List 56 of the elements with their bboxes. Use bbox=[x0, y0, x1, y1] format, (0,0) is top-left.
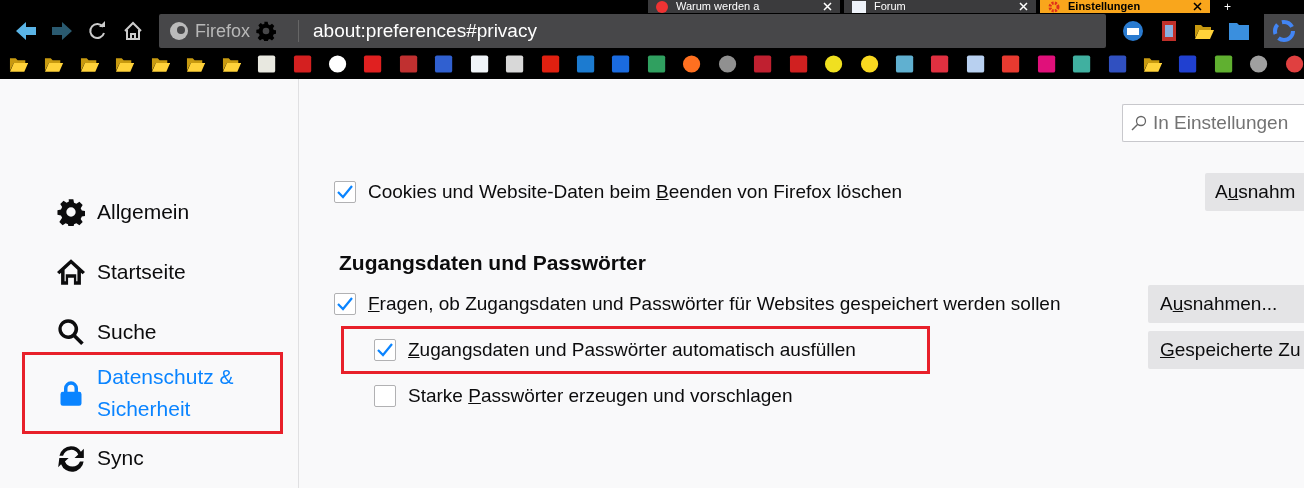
bookmark-icon[interactable] bbox=[505, 53, 525, 74]
bookmark-icon[interactable] bbox=[1249, 53, 1269, 74]
category-item[interactable]: Startseite bbox=[22, 242, 283, 302]
bookmark-icon[interactable] bbox=[327, 53, 348, 74]
bookmark-icon[interactable] bbox=[824, 53, 844, 74]
reload-icon bbox=[87, 21, 108, 42]
checkbox-label: Fragen, ob Zugangsdaten und Passwörter für Websites gespeichert werden sollen bbox=[368, 293, 1061, 315]
browser-tab[interactable]: Forum bbox=[844, 0, 1036, 14]
house-icon bbox=[123, 21, 144, 42]
bookmark-icon[interactable] bbox=[257, 53, 277, 74]
search-icon bbox=[1131, 115, 1147, 131]
bookmark-icon[interactable] bbox=[965, 53, 985, 74]
category-item[interactable]: Allgemein bbox=[22, 182, 283, 242]
checkbox-label: Cookies und Website-Daten beim Beenden von Firefox löschen bbox=[368, 181, 903, 203]
sync-icon bbox=[57, 444, 85, 472]
exceptions-button[interactable]: Ausnahmen... bbox=[1148, 285, 1304, 323]
tab-icon bbox=[656, 0, 668, 13]
back-arrow-icon bbox=[14, 21, 37, 42]
bookmark-icon[interactable] bbox=[646, 53, 666, 74]
search-field[interactable]: In Einstellungen bbox=[1122, 104, 1304, 142]
bookmark-icon[interactable] bbox=[717, 53, 737, 74]
new-tab-button[interactable]: + bbox=[1224, 1, 1231, 14]
gear-icon bbox=[57, 198, 85, 226]
checkbox[interactable] bbox=[334, 293, 356, 315]
checkbox-label: Starke Passwörter erzeugen und vorschlagen bbox=[408, 385, 793, 407]
mail-icon[interactable] bbox=[1122, 20, 1145, 43]
tab-icon bbox=[852, 0, 866, 13]
section-heading: Zugangsdaten und Passwörter bbox=[339, 251, 647, 275]
folder-icon[interactable] bbox=[1194, 22, 1215, 41]
bookmark-icon[interactable] bbox=[894, 53, 915, 74]
saved-logins-button[interactable]: Gespeicherte Zu bbox=[1148, 331, 1304, 369]
bookmark-icon[interactable] bbox=[682, 53, 702, 74]
browser-tab[interactable]: Warum werden a bbox=[648, 0, 840, 14]
url-text: about:preferences#privacy bbox=[298, 20, 537, 43]
browser-logo-icon bbox=[169, 21, 189, 42]
folder-icon[interactable] bbox=[1228, 21, 1251, 42]
house-icon bbox=[57, 258, 85, 286]
search-engine-field[interactable] bbox=[1264, 14, 1304, 49]
search-icon bbox=[57, 318, 85, 346]
exceptions-button[interactable]: Ausnahm bbox=[1205, 173, 1304, 211]
bookmark-icon[interactable] bbox=[859, 53, 879, 74]
category-item[interactable]: Datenschutz & Sicherheit bbox=[22, 352, 283, 434]
checkbox[interactable] bbox=[334, 181, 356, 203]
identity-label: Firefox bbox=[195, 20, 250, 42]
browser-tab[interactable]: Einstellungen bbox=[1040, 0, 1210, 14]
bookmark-icon[interactable] bbox=[469, 53, 489, 74]
gear-icon bbox=[1048, 0, 1060, 13]
bookmark-icon[interactable] bbox=[1072, 53, 1092, 74]
close-icon[interactable] bbox=[1193, 2, 1202, 12]
address-bar[interactable]: Firefox about:preferences#privacy bbox=[159, 14, 1107, 49]
checkbox[interactable] bbox=[374, 385, 396, 407]
checkbox-label: Zugangsdaten und Passwörter automatisch ausfüllen bbox=[408, 339, 856, 361]
gear-icon bbox=[256, 21, 276, 42]
bookmark-icon[interactable] bbox=[1213, 53, 1233, 74]
forward-arrow-icon bbox=[50, 21, 73, 42]
checkbox[interactable] bbox=[374, 339, 396, 361]
